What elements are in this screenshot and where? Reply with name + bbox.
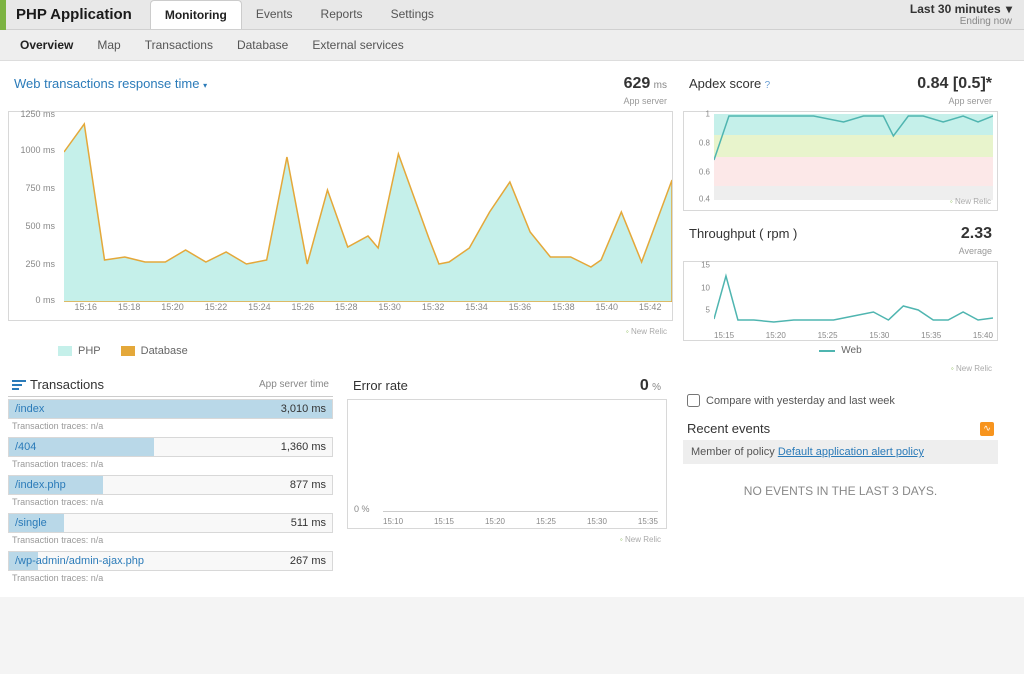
transaction-trace-label: Transaction traces: n/a xyxy=(8,571,333,587)
apdex-chart[interactable]: 1 0.8 0.6 0.4 New Relic xyxy=(683,111,998,211)
error-rate-chart[interactable]: 0 % 15:1015:1515:2015:2515:3015:35 xyxy=(347,399,667,529)
error-rate-title: Error rate xyxy=(353,378,408,393)
transaction-trace-label: Transaction traces: n/a xyxy=(8,419,333,435)
throughput-chart[interactable]: 15 10 5 15:1515:2015:2515:3015:3515:40 xyxy=(683,261,998,341)
subnav-external[interactable]: External services xyxy=(312,38,403,52)
transaction-row[interactable]: /index3,010 ms xyxy=(8,399,333,419)
recent-events-panel: Recent events ∿ Member of policy Default… xyxy=(683,417,998,518)
transaction-trace-label: Transaction traces: n/a xyxy=(8,533,333,549)
response-time-chart[interactable]: 1250 ms 1000 ms 750 ms 500 ms 250 ms 0 m… xyxy=(8,111,673,321)
bars-icon xyxy=(12,380,26,390)
transaction-trace-label: Transaction traces: n/a xyxy=(8,495,333,511)
transactions-right-label: App server time xyxy=(259,379,329,390)
compare-checkbox-row[interactable]: Compare with yesterday and last week xyxy=(683,384,998,417)
top-header: PHP Application Monitoring Events Report… xyxy=(0,0,1024,30)
tab-reports[interactable]: Reports xyxy=(307,0,377,29)
x-axis: 15:1615:1815:2015:2215:2415:2615:2815:30… xyxy=(64,302,672,320)
time-range-label: Last 30 minutes xyxy=(910,2,1001,16)
rss-icon[interactable]: ∿ xyxy=(980,422,994,436)
transaction-trace-label: Transaction traces: n/a xyxy=(8,457,333,473)
legend-item-database[interactable]: Database xyxy=(121,345,188,357)
compare-label: Compare with yesterday and last week xyxy=(706,395,895,407)
content: Web transactions response time ▾ 629 ms … xyxy=(0,61,1024,597)
subnav-map[interactable]: Map xyxy=(97,38,120,52)
chevron-down-icon: ▾ xyxy=(1006,2,1012,16)
response-time-legend: PHP Database xyxy=(8,339,673,363)
apdex-title: Apdex score xyxy=(689,76,761,91)
time-range-picker[interactable]: Last 30 minutes ▾ Ending now xyxy=(910,2,1024,27)
help-icon[interactable]: ? xyxy=(765,80,771,91)
response-time-value: 629 xyxy=(624,75,651,92)
compare-checkbox[interactable] xyxy=(687,394,700,407)
time-range-sub: Ending now xyxy=(910,16,1012,27)
throughput-legend: Web xyxy=(683,341,998,360)
throughput-title: Throughput ( rpm ) xyxy=(689,226,797,241)
policy-link[interactable]: Default application alert policy xyxy=(778,446,924,458)
newrelic-logo: New Relic xyxy=(950,197,991,206)
transaction-row[interactable]: /single511 ms xyxy=(8,513,333,533)
tab-monitoring[interactable]: Monitoring xyxy=(150,0,242,29)
newrelic-logo: New Relic xyxy=(620,535,661,544)
transaction-row[interactable]: /index.php877 ms xyxy=(8,475,333,495)
events-empty: NO EVENTS IN THE LAST 3 DAYS. xyxy=(683,464,998,518)
chevron-down-icon: ▾ xyxy=(203,81,207,90)
tab-settings[interactable]: Settings xyxy=(377,0,448,29)
response-time-title[interactable]: Web transactions response time ▾ xyxy=(14,76,207,91)
recent-events-title: Recent events xyxy=(687,421,770,436)
transaction-row[interactable]: /wp-admin/admin-ajax.php267 ms xyxy=(8,551,333,571)
transaction-row[interactable]: /4041,360 ms xyxy=(8,437,333,457)
response-time-panel: Web transactions response time ▾ 629 ms … xyxy=(8,71,673,363)
transactions-title: Transactions xyxy=(30,377,104,392)
subnav-overview[interactable]: Overview xyxy=(20,38,73,52)
tab-events[interactable]: Events xyxy=(242,0,307,29)
throughput-panel: Throughput ( rpm ) 2.33Average 15 10 5 1… xyxy=(683,221,998,374)
transactions-panel: Transactions App server time /index3,010… xyxy=(8,373,333,587)
error-rate-panel: Error rate 0 % 0 % 15:1015:1515:2015:251… xyxy=(347,373,667,587)
main-tabs: Monitoring Events Reports Settings xyxy=(150,0,448,29)
legend-item-php[interactable]: PHP xyxy=(58,345,101,357)
newrelic-logo: New Relic xyxy=(626,327,667,336)
apdex-panel: Apdex score ? 0.84 [0.5]*App server 1 0.… xyxy=(683,71,998,211)
subnav-transactions[interactable]: Transactions xyxy=(145,38,213,52)
sub-nav: Overview Map Transactions Database Exter… xyxy=(0,30,1024,61)
app-title: PHP Application xyxy=(6,6,150,23)
newrelic-logo: New Relic xyxy=(951,364,992,373)
events-policy-row: Member of policy Default application ale… xyxy=(683,440,998,464)
subnav-database[interactable]: Database xyxy=(237,38,288,52)
